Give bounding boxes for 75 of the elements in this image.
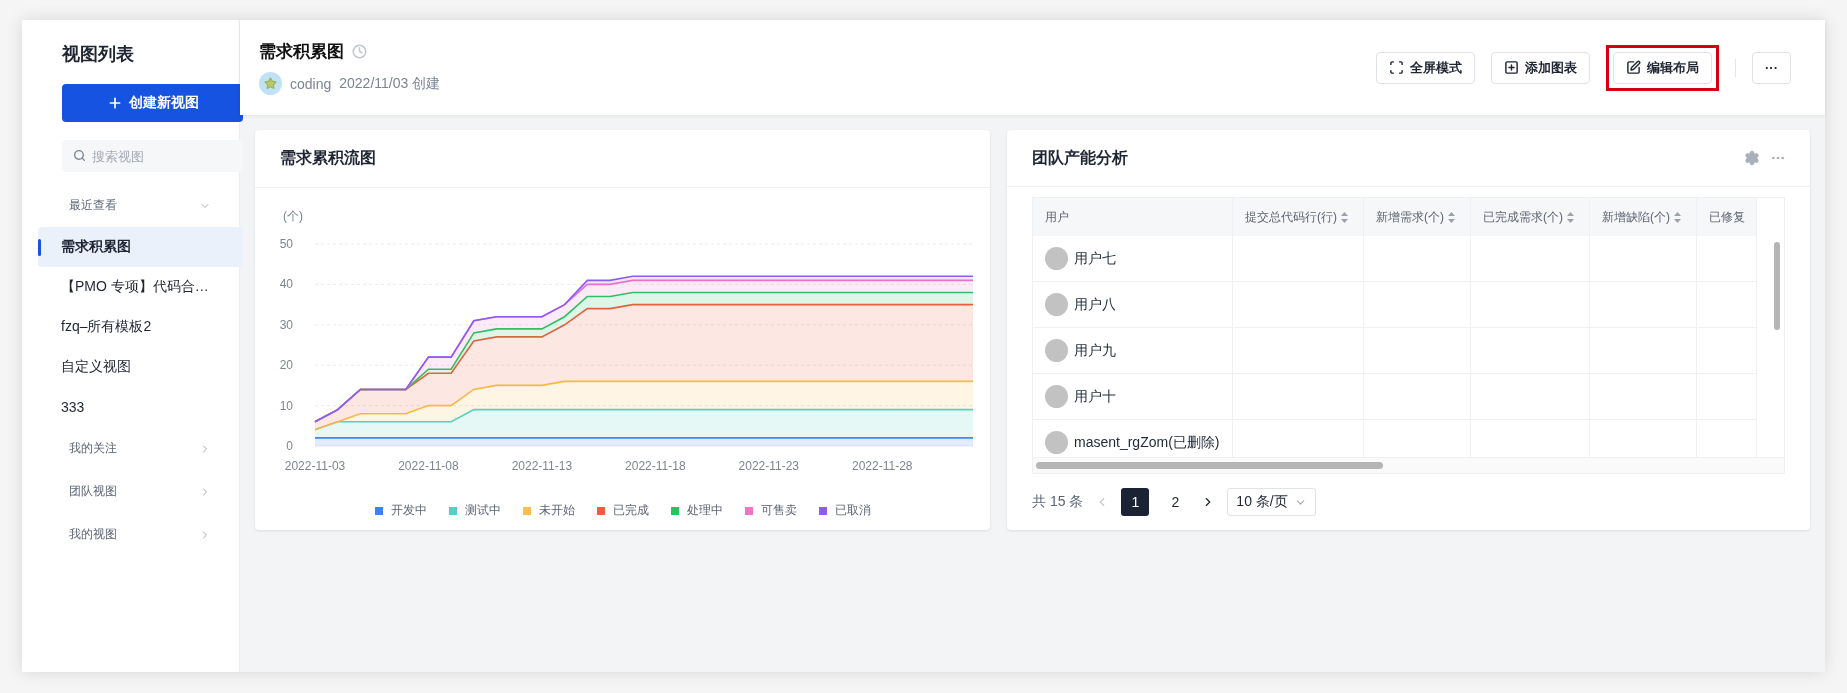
user-avatar — [1045, 293, 1068, 316]
x-tick-label: 2022-11-13 — [511, 459, 573, 473]
sidebar-item[interactable]: 需求积累图 — [38, 227, 243, 267]
sort-icon[interactable] — [1341, 211, 1348, 223]
user-avatar — [1045, 247, 1068, 270]
legend-label: 未开始 — [538, 502, 575, 519]
create-view-button[interactable]: 创建新视图 — [62, 84, 243, 122]
page-size-select[interactable]: 10 条/页 — [1227, 488, 1316, 516]
horizontal-scrollbar[interactable] — [1036, 462, 1383, 469]
user-name: 用户十 — [1074, 387, 1116, 406]
y-tick-label: 20 — [279, 358, 293, 373]
user-name: 用户七 — [1074, 249, 1116, 268]
column-header[interactable]: 新增需求(个) — [1364, 198, 1471, 236]
legend-label: 已取消 — [834, 502, 871, 519]
section-header[interactable]: 我的视图 — [38, 513, 223, 556]
settings-icon[interactable] — [1744, 150, 1760, 166]
y-tick-label: 50 — [279, 237, 293, 251]
sidebar-item[interactable]: fzq–所有模板2 — [38, 307, 243, 347]
legend-label: 已完成 — [612, 502, 649, 519]
y-tick-label: 10 — [279, 398, 293, 413]
more-button[interactable]: ··· — [1752, 51, 1791, 84]
section-header[interactable]: 我的关注 — [38, 427, 223, 470]
fullscreen-icon — [1389, 60, 1404, 75]
page-button[interactable]: 2 — [1161, 488, 1190, 516]
sidebar-item[interactable]: 333 — [38, 387, 243, 427]
y-tick-label: 30 — [279, 317, 293, 332]
user-avatar — [1045, 431, 1068, 454]
square-plus-icon — [1504, 60, 1519, 75]
y-tick-label: 0 — [286, 439, 293, 453]
x-tick-label: 2022-11-23 — [738, 459, 800, 473]
created-date: 2022/11/03 创建 — [339, 74, 441, 93]
vertical-scrollbar[interactable] — [1774, 242, 1780, 330]
total-count: 共 15 条 — [1032, 493, 1084, 511]
search-icon — [73, 149, 86, 162]
avatar — [259, 72, 282, 95]
section-header[interactable]: 最近查看 — [38, 184, 223, 227]
clock-icon — [352, 44, 367, 59]
search-field[interactable]: 搜索视图 — [62, 140, 243, 172]
column-header[interactable]: 用户 — [1033, 198, 1233, 236]
column-header[interactable]: 新增缺陷(个) — [1590, 198, 1697, 236]
y-axis-unit: (个) — [283, 209, 303, 223]
sidebar-item[interactable]: 【PMO 专项】代码合… — [38, 267, 243, 307]
toolbar-button[interactable]: 全屏模式 — [1376, 51, 1475, 84]
legend-label: 可售卖 — [760, 502, 797, 519]
sidebar-title: 视图列表 — [62, 43, 135, 66]
sort-icon[interactable] — [1567, 211, 1574, 223]
y-tick-label: 40 — [279, 277, 293, 292]
x-tick-label: 2022-11-28 — [852, 459, 913, 473]
user-name: 用户九 — [1074, 341, 1116, 360]
sort-icon[interactable] — [1448, 211, 1455, 223]
sidebar-item[interactable]: 自定义视图 — [38, 347, 243, 387]
column-header[interactable]: 已修复 — [1697, 198, 1757, 236]
legend-label: 测试中 — [464, 502, 501, 519]
sort-icon[interactable] — [1674, 211, 1681, 223]
pencil-square-icon — [1626, 60, 1641, 75]
toolbar-button[interactable]: 添加图表 — [1491, 51, 1590, 84]
card-title: 需求累积流图 — [280, 148, 376, 168]
author-name: coding — [290, 75, 332, 92]
x-tick-label: 2022-11-18 — [625, 459, 686, 473]
x-tick-label: 2022-11-03 — [284, 459, 346, 473]
user-avatar — [1045, 339, 1068, 362]
column-header[interactable]: 提交总代码行(行) — [1233, 198, 1364, 236]
card-title: 团队产能分析 — [1032, 147, 1128, 168]
section-header[interactable]: 团队视图 — [38, 470, 223, 513]
user-avatar — [1045, 385, 1068, 408]
column-header[interactable]: 已完成需求(个) — [1471, 198, 1590, 236]
toolbar-button[interactable]: 编辑布局 — [1613, 51, 1712, 84]
x-tick-label: 2022-11-08 — [398, 459, 459, 473]
page-title: 需求积累图 — [259, 41, 344, 63]
selection-indicator — [38, 239, 41, 256]
legend-label: 处理中 — [686, 502, 723, 519]
page-button[interactable]: 1 — [1121, 488, 1150, 516]
user-name: 用户八 — [1074, 295, 1116, 314]
user-name: masent_rgZom(已删除) — [1074, 433, 1220, 452]
legend-label: 开发中 — [390, 502, 427, 519]
